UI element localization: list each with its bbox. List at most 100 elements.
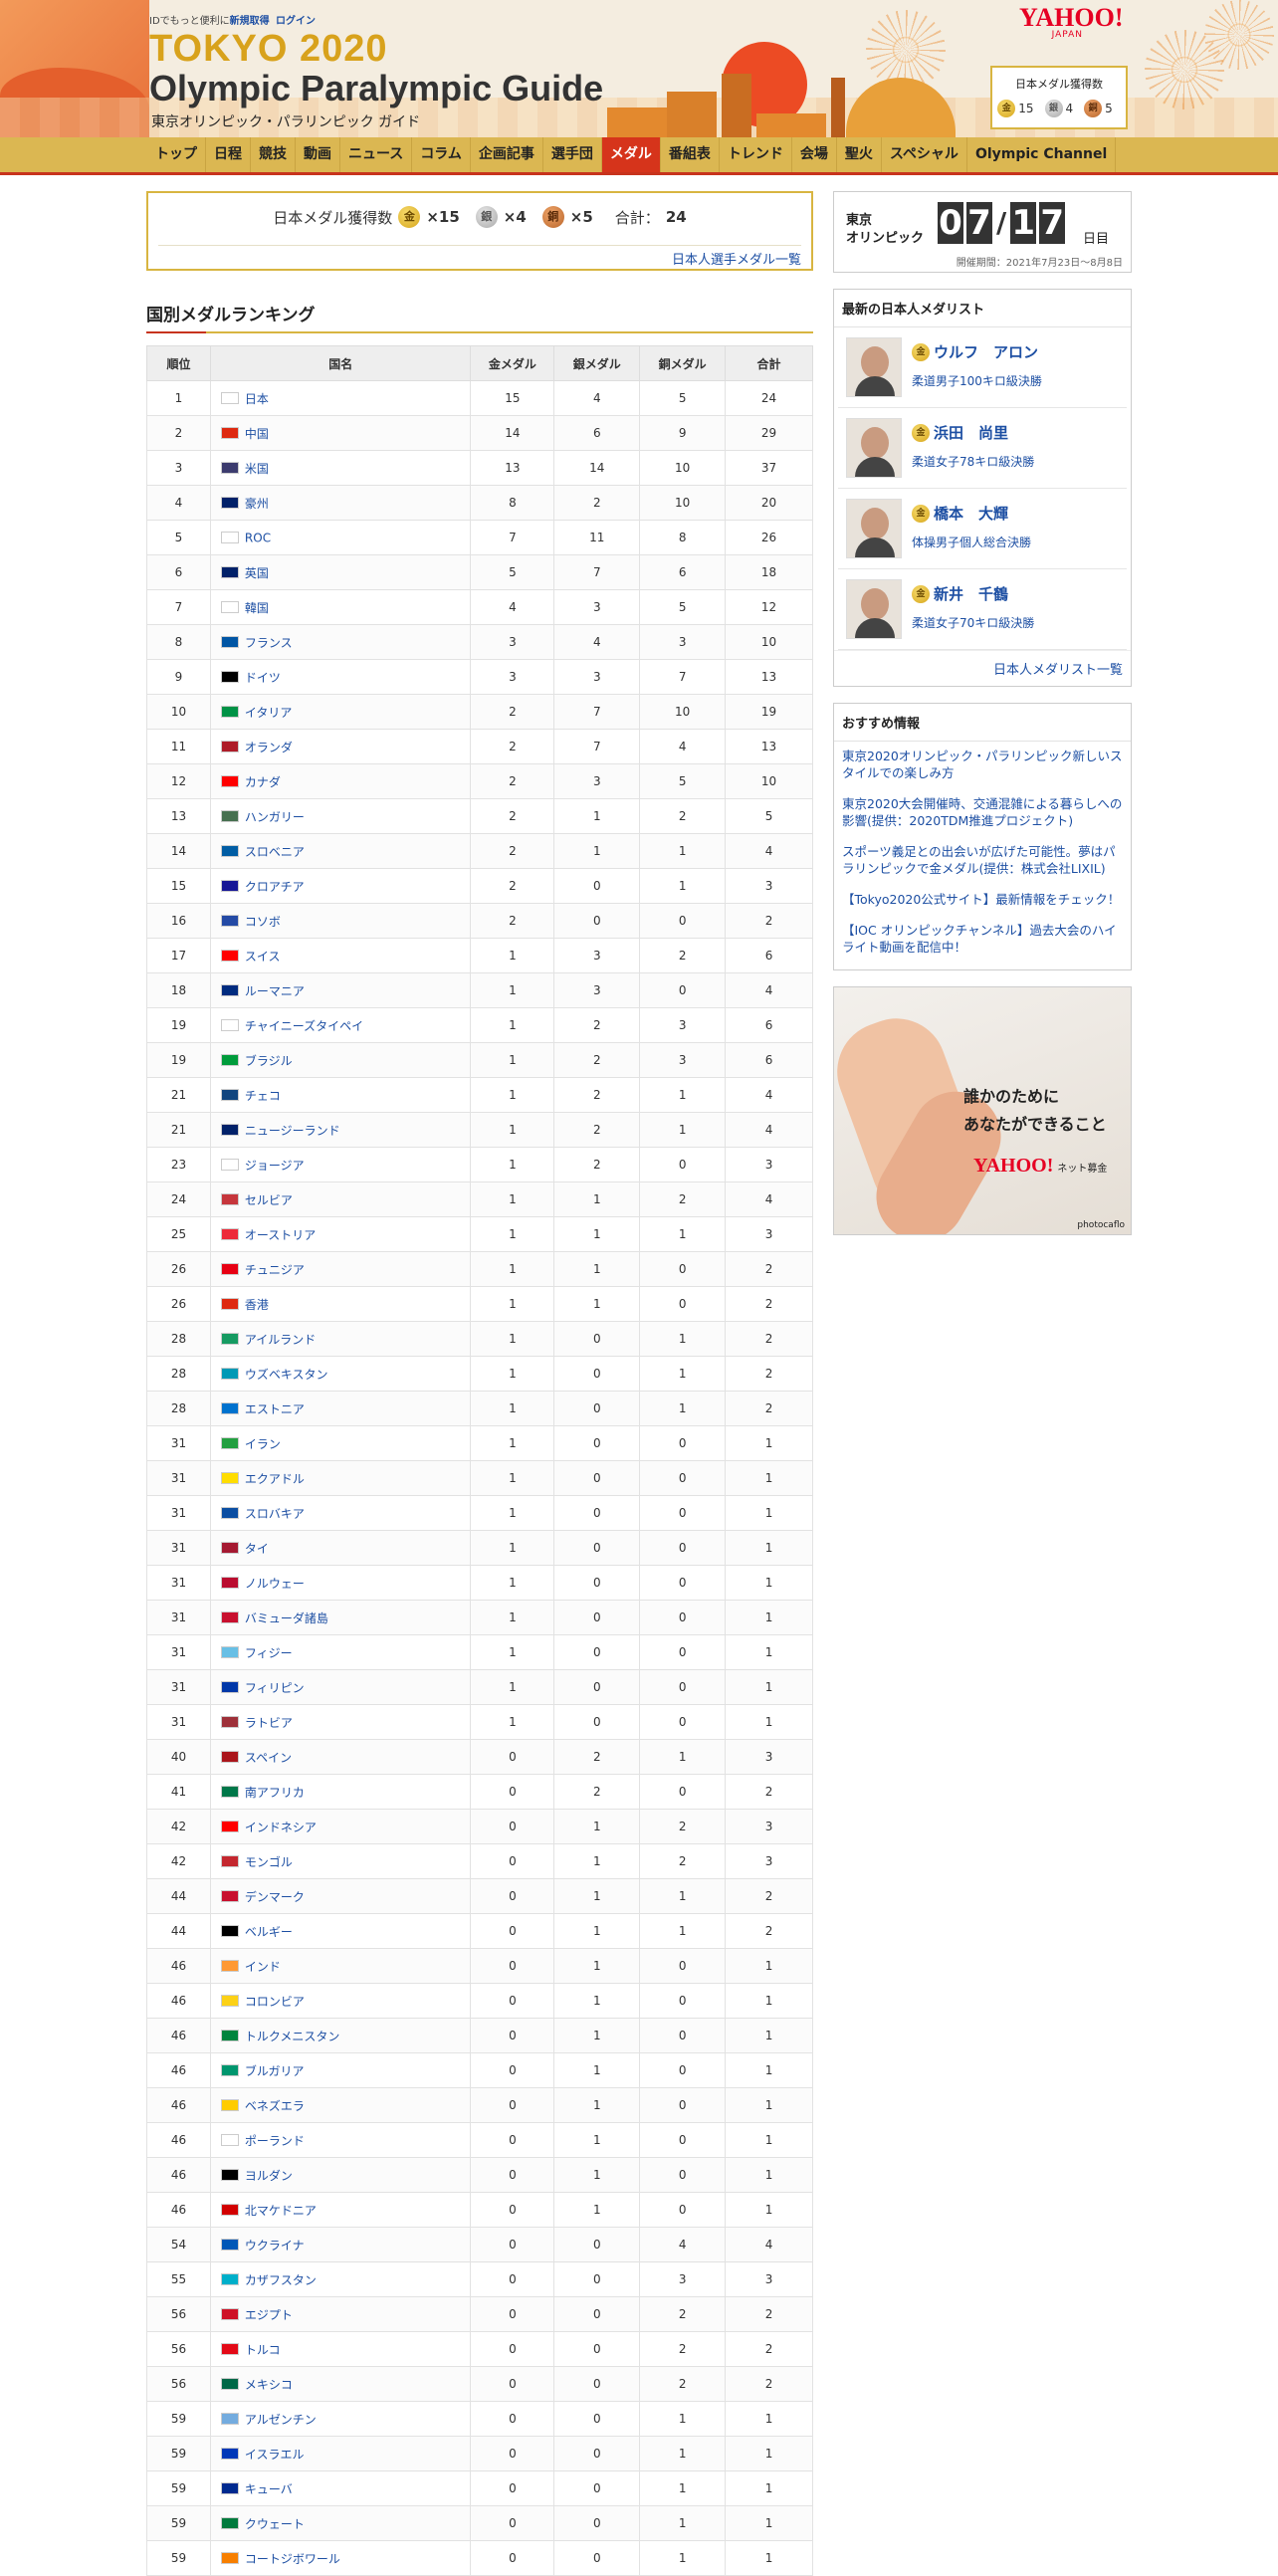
country-link[interactable]: オランダ	[245, 741, 293, 754]
medalist-photo[interactable]	[846, 579, 902, 639]
country-link[interactable]: セルビア	[245, 1193, 293, 1207]
country-link[interactable]: イラン	[245, 1437, 281, 1451]
nav-item[interactable]: スペシャル	[882, 137, 967, 172]
country-link[interactable]: 南アフリカ	[245, 1786, 305, 1800]
nav-item[interactable]: 会場	[792, 137, 837, 172]
nav-item[interactable]: 日程	[206, 137, 251, 172]
country-link[interactable]: ROC	[245, 531, 271, 544]
country-link[interactable]: エストニア	[245, 1402, 305, 1416]
country-link[interactable]: ベルギー	[245, 1925, 293, 1939]
japan-medalist-list-link[interactable]: 日本人メダリスト一覧	[993, 663, 1123, 678]
country-link[interactable]: コソボ	[245, 915, 281, 929]
medalist-item[interactable]: 金ウルフ アロン 柔道男子100キロ級決勝	[838, 327, 1127, 408]
country-link[interactable]: ウクライナ	[245, 2239, 305, 2253]
country-link[interactable]: スロベニア	[245, 845, 305, 859]
nav-item[interactable]: 企画記事	[471, 137, 543, 172]
signup-link[interactable]: 新規取得	[230, 16, 270, 27]
country-link[interactable]: チュニジア	[245, 1263, 305, 1277]
country-link[interactable]: ブルガリア	[245, 2064, 305, 2078]
nav-item[interactable]: 選手団	[543, 137, 602, 172]
country-link[interactable]: デンマーク	[245, 1890, 305, 1904]
medalist-photo[interactable]	[846, 499, 902, 558]
recommended-link[interactable]: 東京2020大会開催時、交通混雑による暮らしへの影響(提供：2020TDM推進プ…	[842, 795, 1123, 829]
country-link[interactable]: モンゴル	[245, 1855, 293, 1869]
country-link[interactable]: インド	[245, 1960, 281, 1974]
nav-item[interactable]: 番組表	[661, 137, 720, 172]
country-link[interactable]: エジプト	[245, 2308, 293, 2322]
nav-item[interactable]: コラム	[412, 137, 471, 172]
recommended-link[interactable]: 【Tokyo2020公式サイト】最新情報をチェック！	[842, 891, 1123, 908]
country-link[interactable]: スロバキア	[245, 1507, 305, 1521]
nav-item[interactable]: Olympic Channel	[967, 137, 1117, 172]
medalist-photo[interactable]	[846, 337, 902, 397]
country-link[interactable]: ウズベキスタン	[245, 1368, 328, 1382]
country-link[interactable]: クウェート	[245, 2517, 305, 2531]
country-link[interactable]: ベネズエラ	[245, 2099, 305, 2113]
header-medal-count[interactable]: 日本メダル獲得数 金 15 銀 4 銅 5	[990, 66, 1128, 129]
country-link[interactable]: 韓国	[245, 601, 269, 615]
country-link[interactable]: コートジボワール	[245, 2552, 340, 2566]
country-link[interactable]: ヨルダン	[245, 2169, 293, 2183]
country-link[interactable]: ジョージア	[245, 1159, 305, 1173]
country-link[interactable]: 日本	[245, 392, 269, 406]
medalist-event[interactable]: 柔道男子100キロ級決勝	[912, 372, 1042, 389]
country-link[interactable]: フィリピン	[245, 1681, 305, 1695]
country-link[interactable]: ニュージーランド	[245, 1124, 340, 1138]
medalist-name[interactable]: 橋本 大輝	[934, 503, 1008, 524]
country-link[interactable]: キューバ	[245, 2482, 293, 2496]
country-link[interactable]: トルクメニスタン	[245, 2030, 340, 2043]
country-link[interactable]: イスラエル	[245, 2448, 305, 2462]
country-link[interactable]: ルーマニア	[245, 984, 305, 998]
nav-item[interactable]: 聖火	[837, 137, 882, 172]
country-link[interactable]: エクアドル	[245, 1472, 305, 1486]
medalist-event[interactable]: 柔道女子78キロ級決勝	[912, 453, 1034, 470]
country-link[interactable]: クロアチア	[245, 880, 305, 894]
country-link[interactable]: トルコ	[245, 2343, 281, 2357]
donation-ad-banner[interactable]: 誰かのために あなたができること YAHOO! ネット募金 photocaflo	[833, 986, 1132, 1235]
nav-item[interactable]: メダル	[601, 137, 661, 172]
country-link[interactable]: イタリア	[245, 706, 293, 720]
medalist-item[interactable]: 金浜田 尚里 柔道女子78キロ級決勝	[838, 408, 1127, 489]
country-link[interactable]: アイルランド	[245, 1333, 316, 1347]
medalist-name[interactable]: 浜田 尚里	[934, 422, 1008, 443]
country-link[interactable]: ハンガリー	[245, 810, 305, 824]
recommended-link[interactable]: スポーツ義足との出会いが広げた可能性。夢はパラリンピックで金メダル(提供：株式会…	[842, 843, 1123, 877]
medalist-name[interactable]: ウルフ アロン	[934, 341, 1038, 362]
medalist-name[interactable]: 新井 千鶴	[934, 583, 1008, 604]
country-link[interactable]: オーストリア	[245, 1228, 316, 1242]
nav-item[interactable]: ニュース	[340, 137, 413, 172]
country-link[interactable]: バミューダ諸島	[245, 1611, 328, 1625]
country-link[interactable]: ドイツ	[245, 671, 281, 685]
country-link[interactable]: ブラジル	[245, 1054, 293, 1068]
country-link[interactable]: ポーランド	[245, 2134, 305, 2148]
country-link[interactable]: 香港	[245, 1298, 269, 1312]
nav-item[interactable]: トレンド	[720, 137, 792, 172]
country-link[interactable]: ラトビア	[245, 1716, 293, 1730]
japan-medalist-list-link[interactable]: 日本人選手メダル一覧	[672, 249, 801, 268]
nav-item[interactable]: 動画	[296, 137, 340, 172]
medalist-event[interactable]: 体操男子個人総合決勝	[912, 534, 1031, 550]
country-link[interactable]: アルゼンチン	[245, 2413, 317, 2427]
medalist-item[interactable]: 金橋本 大輝 体操男子個人総合決勝	[838, 489, 1127, 569]
country-link[interactable]: 中国	[245, 427, 269, 441]
country-link[interactable]: カザフスタン	[245, 2273, 317, 2287]
country-link[interactable]: スペイン	[245, 1751, 292, 1765]
country-link[interactable]: フランス	[245, 636, 293, 650]
country-link[interactable]: メキシコ	[245, 2378, 293, 2392]
country-link[interactable]: インドネシア	[245, 1821, 317, 1834]
recommended-link[interactable]: 【IOC オリンピックチャンネル】過去大会のハイライト動画を配信中！	[842, 922, 1123, 956]
country-link[interactable]: コロンビア	[245, 1995, 305, 2009]
nav-item[interactable]: 競技	[251, 137, 296, 172]
tokyo2020-logo[interactable]: TOKYO 2020	[149, 28, 388, 71]
country-link[interactable]: フィジー	[245, 1646, 293, 1660]
country-link[interactable]: タイ	[245, 1542, 269, 1556]
country-link[interactable]: 米国	[245, 462, 269, 476]
guide-title[interactable]: Olympic Paralympic Guide	[149, 68, 603, 109]
nav-item[interactable]: トップ	[147, 137, 206, 172]
country-link[interactable]: チェコ	[245, 1089, 281, 1103]
medalist-photo[interactable]	[846, 418, 902, 478]
login-link[interactable]: ログイン	[276, 16, 316, 27]
country-link[interactable]: 英国	[245, 566, 269, 580]
country-link[interactable]: 豪州	[245, 497, 269, 511]
medalist-item[interactable]: 金新井 千鶴 柔道女子70キロ級決勝	[838, 569, 1127, 650]
